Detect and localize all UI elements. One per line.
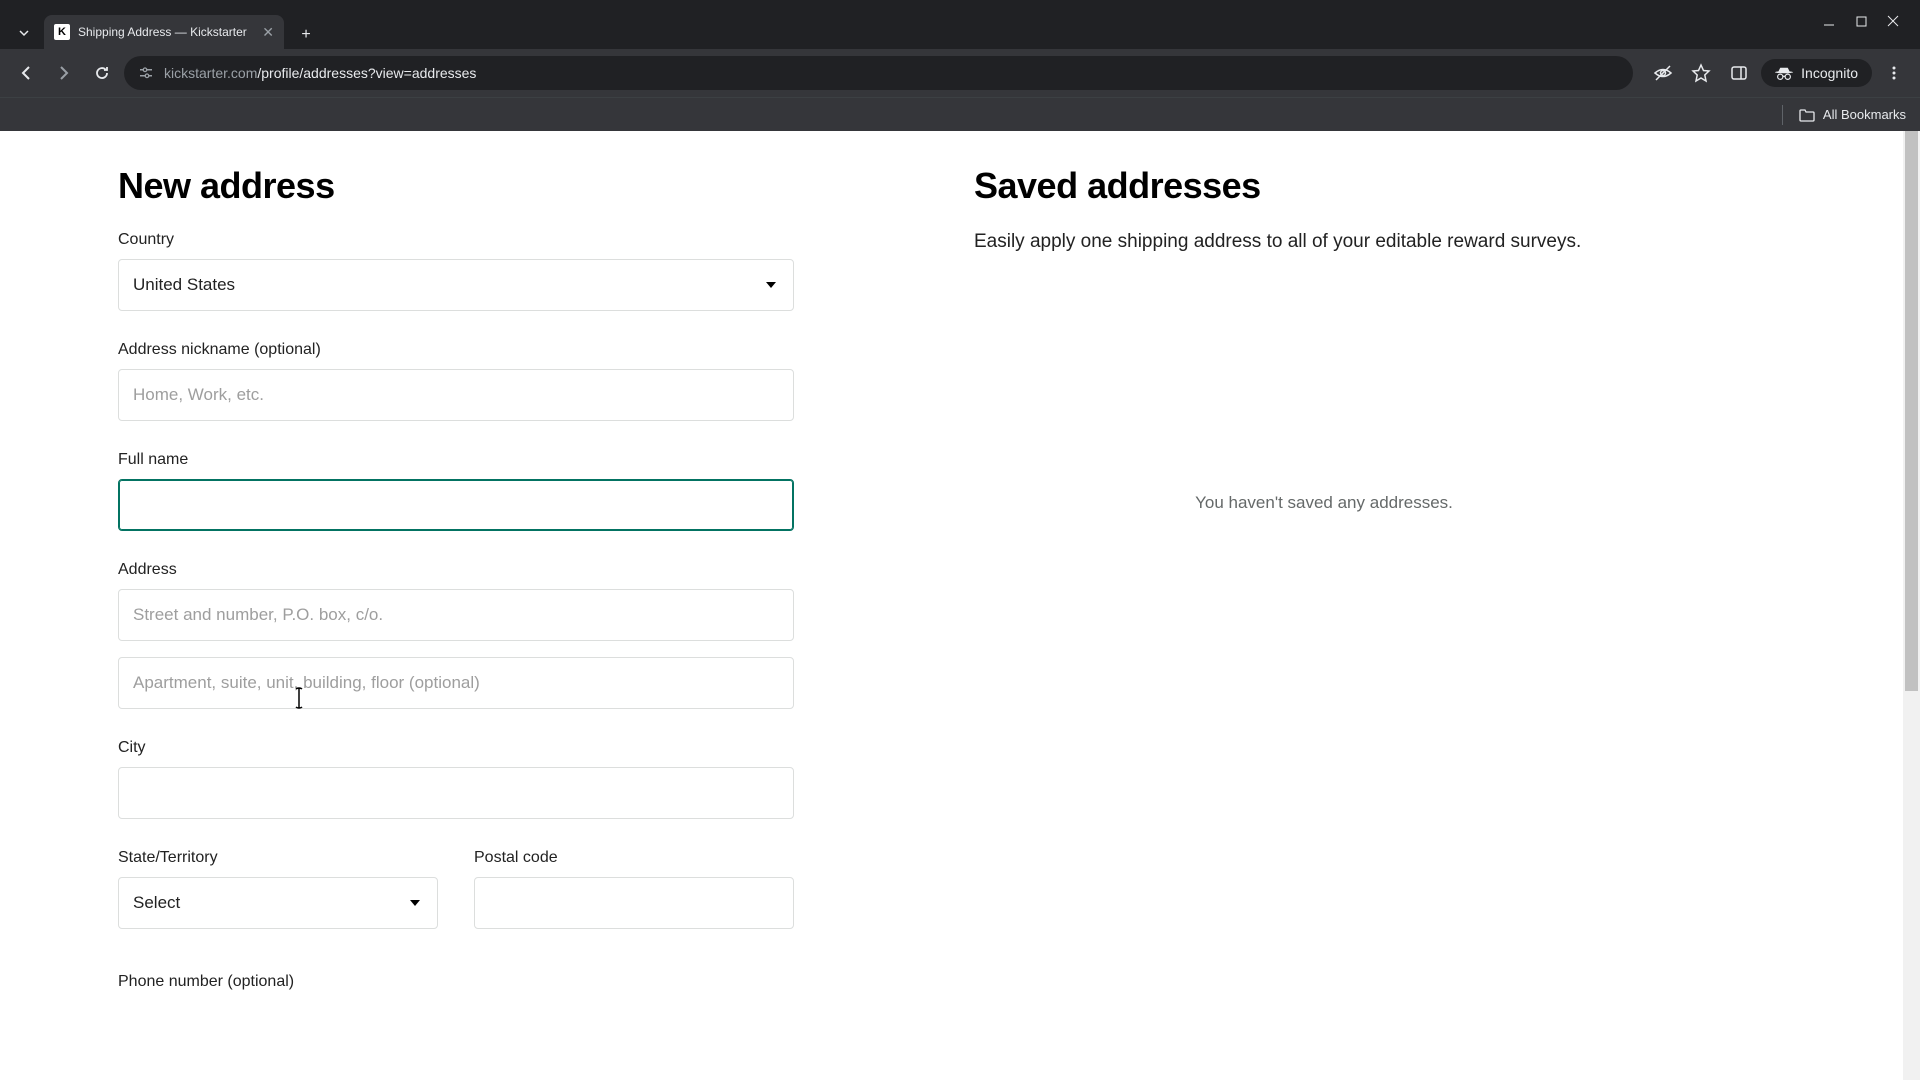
city-input[interactable] xyxy=(133,768,779,818)
chrome-menu-icon[interactable] xyxy=(1878,57,1910,89)
address-line2-input[interactable] xyxy=(133,658,779,708)
minimize-icon[interactable] xyxy=(1822,14,1836,28)
address-line1-input[interactable] xyxy=(133,590,779,640)
full-name-label: Full name xyxy=(118,451,794,469)
country-label: Country xyxy=(118,231,794,249)
caret-down-icon xyxy=(765,281,777,289)
address-label: Address xyxy=(118,561,794,579)
page-viewport: New address Country United States Addres… xyxy=(0,131,1920,1080)
site-settings-icon[interactable] xyxy=(138,65,154,81)
empty-saved-message: You haven't saved any addresses. xyxy=(974,493,1674,513)
nickname-label: Address nickname (optional) xyxy=(118,341,794,359)
postal-field[interactable] xyxy=(474,877,794,929)
forward-button[interactable] xyxy=(48,57,80,89)
back-button[interactable] xyxy=(10,57,42,89)
all-bookmarks-button[interactable]: All Bookmarks xyxy=(1823,107,1906,122)
bookmark-star-icon[interactable] xyxy=(1685,57,1717,89)
full-name-field[interactable] xyxy=(118,479,794,531)
text-cursor-pointer xyxy=(293,686,313,710)
browser-toolbar: kickstarter.com/profile/addresses?view=a… xyxy=(0,49,1920,97)
new-address-heading: New address xyxy=(118,165,794,207)
state-label: State/Territory xyxy=(118,849,438,867)
arrow-right-icon xyxy=(55,64,73,82)
divider xyxy=(1782,105,1783,125)
tab-strip: K Shipping Address — Kickstarter ✕ + xyxy=(0,0,1920,49)
close-tab-icon[interactable]: ✕ xyxy=(262,24,274,41)
incognito-label: Incognito xyxy=(1801,65,1858,81)
folder-icon xyxy=(1799,108,1815,122)
incognito-icon xyxy=(1775,66,1793,80)
address-bar[interactable]: kickstarter.com/profile/addresses?view=a… xyxy=(124,56,1633,90)
country-select[interactable]: United States xyxy=(118,259,794,311)
kickstarter-favicon: K xyxy=(54,24,70,40)
country-value: United States xyxy=(133,275,235,295)
reload-button[interactable] xyxy=(86,57,118,89)
tab-title: Shipping Address — Kickstarter xyxy=(78,25,254,39)
vertical-scrollbar[interactable] xyxy=(1903,131,1920,1080)
phone-label: Phone number (optional) xyxy=(118,973,794,991)
city-label: City xyxy=(118,739,794,757)
browser-tab[interactable]: K Shipping Address — Kickstarter ✕ xyxy=(44,15,284,49)
address-line1-field[interactable] xyxy=(118,589,794,641)
postal-label: Postal code xyxy=(474,849,794,867)
eye-off-icon[interactable] xyxy=(1647,57,1679,89)
state-value: Select xyxy=(133,893,180,913)
nickname-field[interactable] xyxy=(118,369,794,421)
window-controls xyxy=(1802,0,1920,42)
nickname-input[interactable] xyxy=(133,370,779,420)
incognito-indicator[interactable]: Incognito xyxy=(1761,59,1872,87)
maximize-icon[interactable] xyxy=(1854,14,1868,28)
chevron-down-icon xyxy=(18,27,30,39)
full-name-input[interactable] xyxy=(133,480,779,530)
close-window-icon[interactable] xyxy=(1886,14,1900,28)
bookmarks-bar: All Bookmarks xyxy=(0,97,1920,131)
scroll-thumb[interactable] xyxy=(1905,131,1918,691)
tab-search-dropdown[interactable] xyxy=(8,17,40,49)
side-panel-icon[interactable] xyxy=(1723,57,1755,89)
caret-down-icon xyxy=(409,899,421,907)
arrow-left-icon xyxy=(17,64,35,82)
url-text: kickstarter.com/profile/addresses?view=a… xyxy=(164,65,476,81)
reload-icon xyxy=(93,64,111,82)
saved-addresses-heading: Saved addresses xyxy=(974,165,1674,207)
saved-addresses-description: Easily apply one shipping address to all… xyxy=(974,231,1674,253)
state-select[interactable]: Select xyxy=(118,877,438,929)
postal-input[interactable] xyxy=(489,878,779,928)
city-field[interactable] xyxy=(118,767,794,819)
new-tab-button[interactable]: + xyxy=(292,21,320,49)
address-line2-field[interactable] xyxy=(118,657,794,709)
